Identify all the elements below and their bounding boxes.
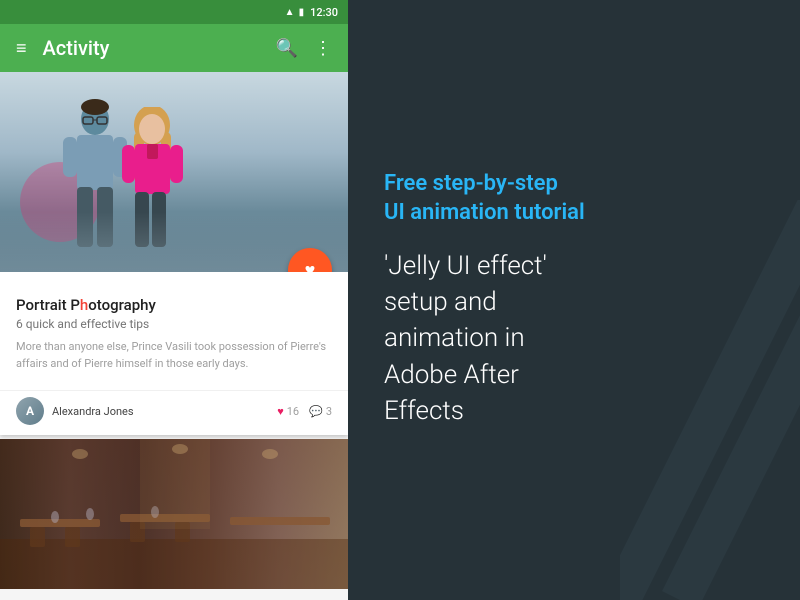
card-footer: A Alexandra Jones ♥ 16 💬 3 xyxy=(0,390,348,435)
comment-icon: 💬 xyxy=(309,405,323,418)
card-title-text: Portrait P xyxy=(16,296,80,314)
likes-heart-icon: ♥ xyxy=(277,405,284,418)
status-icons: ▲ ▮ xyxy=(285,7,304,18)
main-line1: 'Jelly UI effect' xyxy=(384,251,547,281)
couple-photo xyxy=(0,72,348,272)
author-name: Alexandra Jones xyxy=(52,405,277,418)
signal-icon: ▲ xyxy=(285,7,295,18)
more-options-icon[interactable]: ⋮ xyxy=(314,38,332,59)
subtitle-line2: UI animation tutorial xyxy=(384,200,585,225)
main-line2: setup and xyxy=(384,287,497,317)
app-title: Activity xyxy=(43,36,260,60)
card-title: Portrait Photography xyxy=(16,296,332,314)
comments-count: 3 xyxy=(326,405,332,418)
card-subtitle: 6 quick and effective tips xyxy=(16,317,332,331)
avatar-initial: A xyxy=(26,404,34,418)
comments-stat: 💬 3 xyxy=(309,405,332,418)
card-text: More than anyone else, Prince Vasili too… xyxy=(16,339,332,372)
author-avatar: A xyxy=(16,397,44,425)
restaurant-card xyxy=(0,439,348,589)
app-bar-actions: 🔍 ⋮ xyxy=(276,38,332,59)
phone-mockup: ▲ ▮ 12:30 ≡ Activity 🔍 ⋮ xyxy=(0,0,348,600)
card-body: Portrait Photography 6 quick and effecti… xyxy=(0,272,348,390)
battery-icon: ▮ xyxy=(299,7,305,18)
app-bar: ≡ Activity 🔍 ⋮ xyxy=(0,24,348,72)
card-image-container: ♥ xyxy=(0,72,348,272)
status-bar: ▲ ▮ 12:30 xyxy=(0,0,348,24)
likes-count: 16 xyxy=(287,405,299,418)
restaurant-interior xyxy=(0,439,348,589)
decorative-lines xyxy=(620,200,800,600)
subtitle-line1: Free step-by-step xyxy=(384,171,558,196)
restaurant-photo xyxy=(0,439,348,589)
main-line4: Adobe After xyxy=(384,360,519,390)
search-icon[interactable]: 🔍 xyxy=(276,38,298,59)
card-title-rest: otography xyxy=(88,296,156,314)
main-line3: animation in xyxy=(384,323,525,353)
article-card: ♥ Portrait Photography 6 quick and effec… xyxy=(0,72,348,435)
menu-icon[interactable]: ≡ xyxy=(16,38,27,59)
main-line5: Effects xyxy=(384,396,464,426)
phone-content: ♥ Portrait Photography 6 quick and effec… xyxy=(0,72,348,600)
likes-stat: ♥ 16 xyxy=(277,405,299,418)
right-panel: Free step-by-step UI animation tutorial … xyxy=(348,0,800,600)
card-title-highlight: h xyxy=(80,296,88,314)
status-time: 12:30 xyxy=(310,6,338,19)
heart-icon: ♥ xyxy=(305,260,316,273)
card-stats: ♥ 16 💬 3 xyxy=(277,405,332,418)
